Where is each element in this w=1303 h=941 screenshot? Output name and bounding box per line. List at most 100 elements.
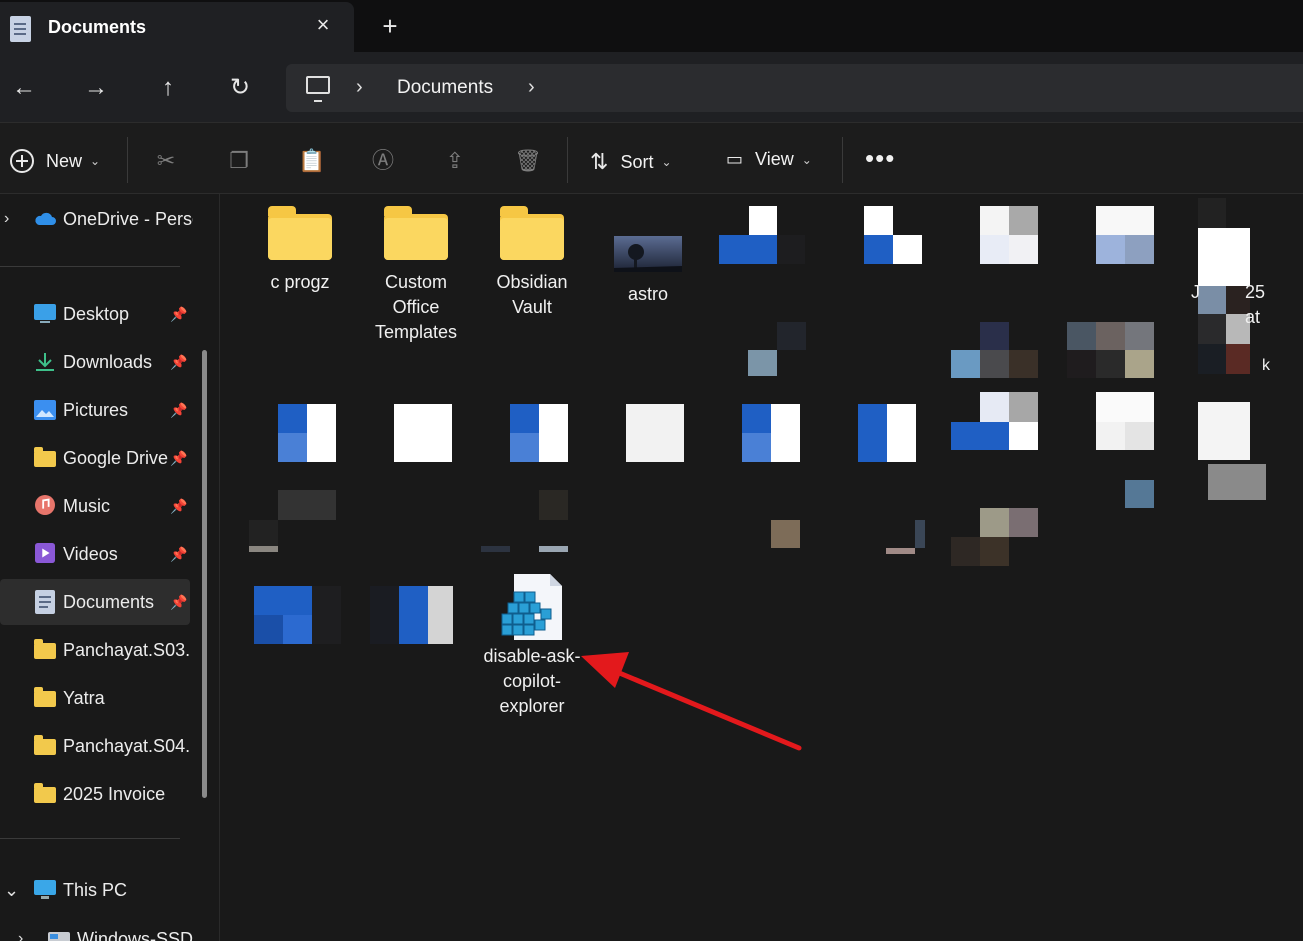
blurred-item-thumbnail[interactable]	[1096, 392, 1154, 450]
more-options-button[interactable]: •••	[865, 143, 895, 174]
paste-icon[interactable]: 📋	[298, 147, 325, 175]
folder-icon	[384, 206, 448, 260]
item-label: k	[1262, 357, 1270, 374]
folder-icon	[268, 206, 332, 260]
monitor-icon[interactable]	[306, 76, 330, 102]
copy-icon[interactable]: ❐	[226, 147, 252, 175]
registry-icon	[501, 574, 562, 640]
forward-button[interactable]: →	[80, 72, 112, 104]
sidebar-item-onedrive[interactable]: › OneDrive - Perso	[0, 196, 193, 242]
sidebar-item-folder[interactable]: Panchayat.S04.C	[0, 723, 191, 769]
sidebar-item-google-drive[interactable]: Google Drive 📌	[0, 435, 190, 481]
blurred-item-thumbnail[interactable]	[370, 586, 458, 644]
share-icon[interactable]: ⇪	[442, 147, 468, 175]
blurred-item-thumbnail[interactable]	[748, 322, 806, 376]
pin-icon[interactable]: 📌	[170, 498, 187, 515]
folder-item[interactable]: c progz	[245, 202, 355, 295]
blurred-item-thumbnail[interactable]	[510, 404, 568, 462]
blurred-item-thumbnail[interactable]	[1067, 322, 1155, 378]
blurred-item-thumbnail[interactable]	[254, 586, 342, 644]
refresh-button[interactable]: ↻	[224, 72, 256, 104]
sidebar-item-drive[interactable]: › Windows-SSD	[14, 916, 204, 941]
sidebar-item-this-pc[interactable]: ⌄ This PC	[0, 867, 190, 913]
folder-icon	[34, 783, 56, 803]
document-icon	[10, 16, 31, 42]
item-label: Custom Office Templates	[374, 272, 458, 342]
blurred-item-thumbnail[interactable]	[951, 508, 1039, 566]
sort-button[interactable]: ⇅ Sort ⌄	[590, 149, 672, 175]
blurred-item-thumbnail[interactable]	[864, 206, 922, 264]
chevron-right-icon[interactable]: ›	[528, 76, 535, 99]
music-icon	[35, 495, 55, 515]
sidebar-item-music[interactable]: Music 📌	[0, 483, 190, 529]
document-icon	[35, 590, 55, 614]
back-button[interactable]: ←	[8, 72, 40, 104]
folder-icon	[34, 447, 56, 467]
blurred-item-thumbnail[interactable]	[771, 520, 800, 548]
blurred-item-thumbnail[interactable]	[886, 520, 926, 556]
sidebar-item-pictures[interactable]: Pictures 📌	[0, 387, 190, 433]
navigation-pane: › OneDrive - Perso Desktop 📌 Downloads 📌…	[0, 194, 220, 941]
pin-icon[interactable]: 📌	[170, 450, 187, 467]
up-button[interactable]: ↑	[152, 72, 184, 104]
blurred-item-thumbnail[interactable]	[951, 392, 1039, 452]
new-tab-button[interactable]: +	[376, 12, 404, 40]
pin-icon[interactable]: 📌	[170, 594, 187, 611]
chevron-right-icon[interactable]: ›	[18, 930, 23, 941]
blurred-item-thumbnail[interactable]	[1096, 206, 1154, 264]
blurred-item-thumbnail[interactable]	[249, 490, 337, 554]
file-explorer-window: Documents × + ← → ↑ ↻ › Documents › New …	[0, 0, 1303, 941]
pin-icon[interactable]: 📌	[170, 306, 187, 323]
navigation-bar: ← → ↑ ↻ › Documents ›	[0, 52, 1303, 122]
blurred-item-thumbnail[interactable]	[481, 490, 569, 554]
sidebar-item-documents[interactable]: Documents 📌	[0, 579, 190, 625]
blurred-item-thumbnail[interactable]	[394, 404, 452, 462]
pin-icon[interactable]: 📌	[170, 402, 187, 419]
delete-icon[interactable]: 🗑	[514, 147, 542, 175]
blurred-item-thumbnail[interactable]	[951, 322, 1039, 378]
chevron-down-icon[interactable]: ⌄	[4, 880, 19, 901]
new-button[interactable]: New ⌄	[10, 149, 100, 173]
sidebar-item-folder[interactable]: Panchayat.S03.C	[0, 627, 191, 673]
tab-title: Documents	[48, 17, 147, 37]
address-bar[interactable]: › Documents ›	[286, 64, 1303, 112]
registry-file-item[interactable]: disable-ask-copilot-explorer	[477, 574, 587, 719]
item-label: J	[1191, 282, 1200, 302]
pin-icon[interactable]: 📌	[170, 546, 187, 563]
view-button[interactable]: ▭ View ⌄	[726, 149, 812, 170]
sidebar-item-label: OneDrive - Perso	[63, 208, 193, 229]
sidebar-item-folder[interactable]: 2025 Invoice	[0, 771, 190, 817]
blurred-item-thumbnail[interactable]	[858, 404, 916, 462]
chevron-right-icon[interactable]: ›	[356, 76, 363, 99]
file-view: c progz Custom Office Templates Obsidian…	[221, 194, 1303, 941]
blurred-item-thumbnail[interactable]	[980, 206, 1038, 264]
chevron-right-icon[interactable]: ›	[4, 210, 9, 228]
tab-documents[interactable]: Documents ×	[0, 2, 354, 52]
sidebar-item-downloads[interactable]: Downloads 📌	[0, 339, 190, 385]
scrollbar[interactable]	[202, 350, 207, 798]
sidebar-item-videos[interactable]: Videos 📌	[0, 531, 190, 577]
rename-icon[interactable]: Ⓐ	[370, 147, 396, 175]
sidebar-item-folder[interactable]: Yatra	[0, 675, 190, 721]
blurred-item-thumbnail[interactable]	[1198, 198, 1266, 500]
chevron-down-icon: ⌄	[90, 154, 101, 168]
blurred-item-thumbnail[interactable]	[278, 404, 336, 462]
blurred-item-thumbnail[interactable]	[719, 206, 836, 264]
item-label: at	[1245, 307, 1261, 327]
divider	[127, 137, 128, 183]
sidebar-item-label: This PC	[63, 879, 128, 900]
cut-icon[interactable]: ✂	[153, 147, 179, 175]
close-icon[interactable]: ×	[310, 12, 336, 38]
image-item[interactable]: astro	[593, 202, 703, 307]
folder-item[interactable]: Obsidian Vault	[477, 202, 587, 320]
command-bar: New ⌄ ✂ ❐ 📋 Ⓐ ⇪ 🗑 ⇅ Sort ⌄ ▭ View ⌄ •••	[0, 122, 1303, 194]
blurred-item-thumbnail[interactable]	[742, 404, 800, 462]
divider	[0, 266, 180, 267]
blurred-item-thumbnail[interactable]	[1125, 480, 1154, 508]
sidebar-item-desktop[interactable]: Desktop 📌	[0, 291, 190, 337]
sidebar-item-label: Panchayat.S03.C	[63, 639, 191, 660]
folder-item[interactable]: Custom Office Templates	[361, 202, 471, 345]
blurred-item-thumbnail[interactable]	[626, 404, 684, 462]
pin-icon[interactable]: 📌	[170, 354, 187, 371]
breadcrumb-documents[interactable]: Documents	[397, 77, 493, 99]
